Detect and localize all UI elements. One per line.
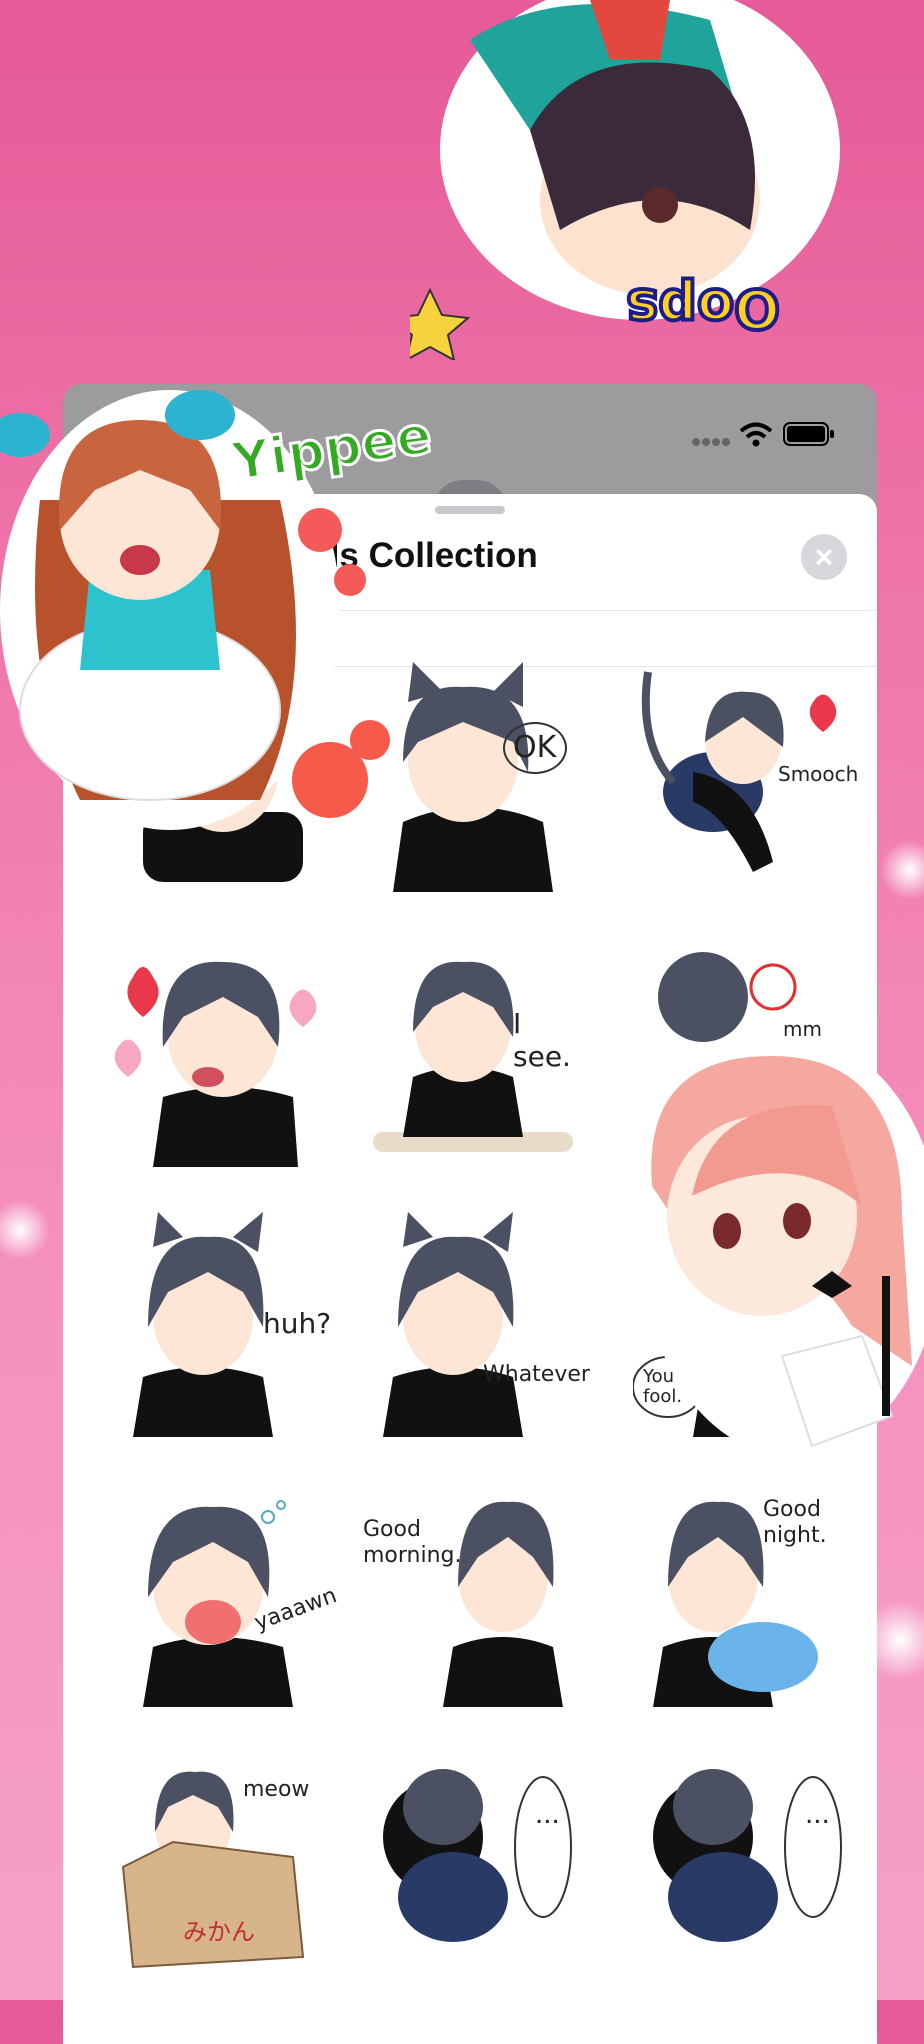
box-label: みかん — [183, 1918, 255, 1946]
sticker-item[interactable]: ... — [363, 1747, 583, 1977]
sticker-item[interactable]: meow みかん — [113, 1747, 333, 1977]
sticker-item[interactable]: Good morning. — [363, 1477, 583, 1707]
oops-text: Oops — [626, 277, 780, 340]
pink-hair-girl-sticker — [632, 1036, 924, 1466]
sticker-item[interactable]: ... — [633, 1747, 853, 1977]
sparkle — [880, 840, 924, 900]
sticker-caption: Whatever — [483, 1362, 590, 1387]
close-button[interactable]: × — [801, 534, 847, 580]
sticker-caption: Good night. — [763, 1497, 827, 1548]
sticker-item[interactable]: Whatever — [363, 1207, 590, 1437]
sticker-caption: meow — [243, 1777, 310, 1802]
sticker-caption: Smooch — [778, 762, 859, 786]
sticker-caption: Good morning. — [363, 1517, 462, 1568]
sticker-caption: ... — [805, 1800, 830, 1830]
sticker-caption: I see. — [513, 1007, 571, 1073]
sticker-item[interactable]: yaaawn — [113, 1477, 340, 1707]
oops-sticker: Oops — [389, 0, 870, 362]
sticker-item[interactable]: I see. — [363, 937, 583, 1167]
sticker-item[interactable]: Good night. — [633, 1477, 853, 1707]
sparkle — [0, 1200, 50, 1260]
wifi-icon — [739, 422, 773, 453]
sticker-item[interactable] — [113, 937, 333, 1167]
sticker-caption: OK — [513, 730, 557, 765]
sticker-item[interactable]: Smooch — [633, 662, 858, 892]
yippee-text: Yippee — [227, 406, 435, 493]
yippee-sticker: Yippee — [0, 380, 440, 840]
sheet-grabber[interactable] — [435, 506, 505, 514]
sticker-caption: ... — [535, 1800, 560, 1830]
signal-dots-icon — [691, 434, 731, 452]
sticker-item[interactable]: huh? — [113, 1207, 333, 1437]
battery-icon — [783, 420, 835, 453]
sticker-caption: huh? — [263, 1307, 332, 1340]
